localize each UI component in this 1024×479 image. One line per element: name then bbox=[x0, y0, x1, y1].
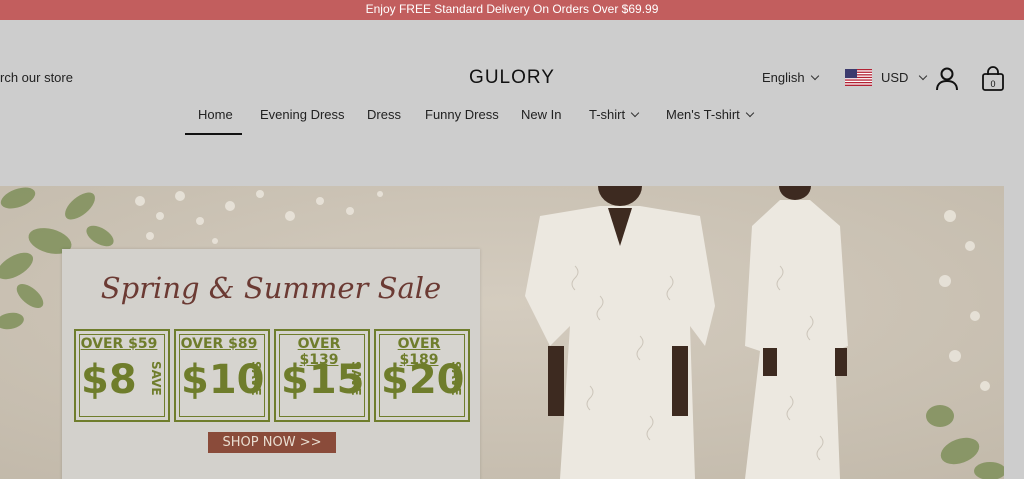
promo-text: Enjoy FREE Standard Delivery On Orders O… bbox=[365, 2, 659, 16]
promo-bar: Enjoy FREE Standard Delivery On Orders O… bbox=[0, 0, 1024, 20]
shop-now-button[interactable]: SHOP NOW >> bbox=[208, 432, 336, 453]
deal-card: OVER $189 $20 SAVE bbox=[374, 329, 470, 422]
deal-card: OVER $139 $15 SAVE bbox=[274, 329, 370, 422]
deal-threshold: OVER $59 bbox=[80, 336, 158, 352]
active-nav-indicator bbox=[185, 133, 242, 135]
deal-amount: $8 bbox=[81, 357, 137, 403]
nav-evening-dress[interactable]: Evening Dress bbox=[260, 107, 345, 122]
language-selector[interactable]: English bbox=[762, 70, 819, 85]
deal-save-label: SAVE bbox=[449, 361, 463, 396]
nav-funny-dress[interactable]: Funny Dress bbox=[425, 107, 499, 122]
nav-dress[interactable]: Dress bbox=[367, 107, 401, 122]
header-spacer bbox=[0, 137, 1024, 186]
chevron-down-icon bbox=[630, 108, 640, 118]
nav-mens-tshirt-label: Men's T-shirt bbox=[666, 107, 740, 122]
currency-label: USD bbox=[881, 70, 909, 85]
deal-save-label: SAVE bbox=[249, 361, 263, 396]
hero-banner[interactable]: Spring & Summer Sale OVER $59 $8 SAVE OV… bbox=[0, 186, 1004, 479]
shopping-bag-icon[interactable]: 0 bbox=[981, 66, 1005, 92]
main-nav: Home Evening Dress Dress Funny Dress New… bbox=[0, 107, 1024, 137]
nav-tshirt-label: T-shirt bbox=[589, 107, 626, 122]
nav-new-in[interactable]: New In bbox=[521, 107, 561, 122]
deal-save-label: SAVE bbox=[149, 361, 163, 396]
nav-mens-tshirt[interactable]: Men's T-shirt bbox=[666, 107, 755, 122]
us-flag-icon bbox=[845, 69, 872, 86]
chevron-down-icon bbox=[919, 71, 928, 81]
deal-save-label: SAVE bbox=[349, 361, 363, 396]
chevron-down-icon bbox=[810, 71, 819, 81]
sale-panel: Spring & Summer Sale OVER $59 $8 SAVE OV… bbox=[62, 249, 480, 479]
cart-count: 0 bbox=[990, 79, 995, 89]
language-label: English bbox=[762, 70, 805, 85]
chevron-down-icon bbox=[745, 108, 755, 118]
page-margin bbox=[1004, 186, 1024, 479]
account-icon[interactable] bbox=[934, 66, 960, 92]
nav-home[interactable]: Home bbox=[198, 107, 233, 122]
deal-card: OVER $59 $8 SAVE bbox=[74, 329, 170, 422]
currency-selector[interactable]: USD bbox=[881, 70, 928, 85]
sale-title: Spring & Summer Sale bbox=[100, 271, 442, 305]
deal-threshold: OVER $89 bbox=[180, 336, 258, 352]
deal-card: OVER $89 $10 SAVE bbox=[174, 329, 270, 422]
nav-tshirt[interactable]: T-shirt bbox=[589, 107, 640, 122]
model-2-figure bbox=[745, 186, 848, 479]
